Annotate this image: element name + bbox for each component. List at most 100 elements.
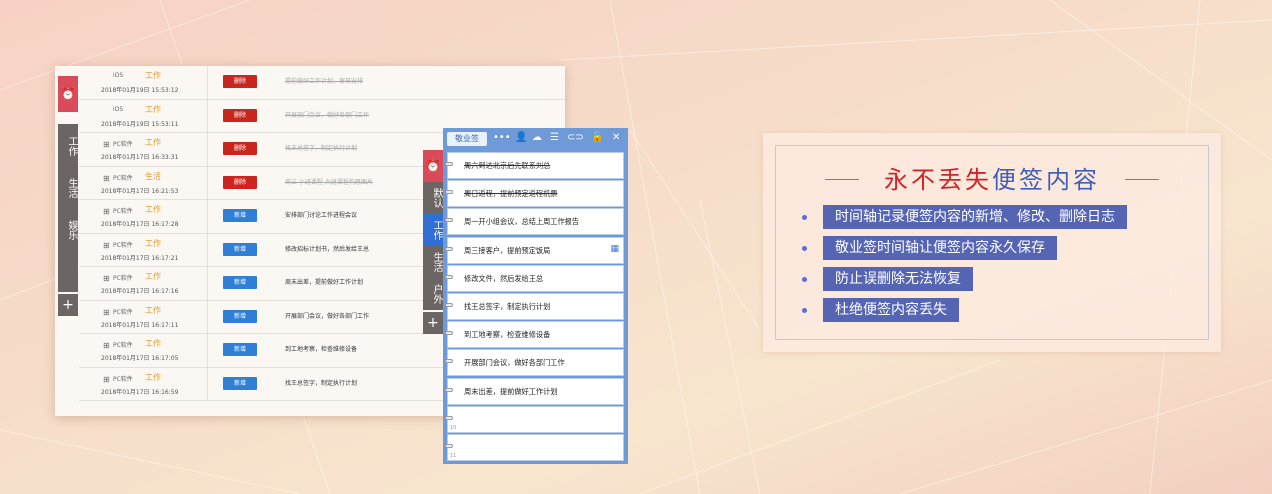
timestamp: 2018年01月17日 16:17:28 xyxy=(101,221,179,228)
alarm-clock-icon[interactable]: ⏰ xyxy=(58,76,78,112)
sticky-note-item[interactable]: 找王总签字，制定执行计划 xyxy=(445,292,624,320)
more-icon[interactable]: ••• xyxy=(493,131,511,145)
toggle-icon[interactable]: ⊂⊃ xyxy=(567,131,584,145)
sticky-note-text: 周末出差，提前做好工作计划 xyxy=(464,386,558,396)
sticky-note-item[interactable]: 周末出差，提前做好工作计划 xyxy=(445,377,624,405)
user-icon[interactable]: 👤 xyxy=(515,131,527,145)
sticky-note-item[interactable]: 11 xyxy=(445,433,624,461)
sticky-category-life[interactable]: 生活 xyxy=(423,246,443,278)
column-divider xyxy=(207,166,208,199)
sticky-note-item[interactable]: 到工地考察，检查维修设备 xyxy=(445,321,624,349)
feature-title-blue: 便签内容 xyxy=(992,166,1100,194)
sticky-note-item[interactable]: 周一开小组会议，总结上周工作报告 xyxy=(445,208,624,236)
sticky-note-text: 开展部门会议，做好各部门工作 xyxy=(464,358,565,368)
column-divider xyxy=(207,66,208,99)
windows-icon: ⊞ xyxy=(103,274,110,283)
sticky-category-default[interactable]: 默认 xyxy=(423,182,443,214)
windows-icon: ⊞ xyxy=(103,307,110,317)
timeline-sidebar: ⏰ 工作 生活 娱乐 + xyxy=(58,76,78,416)
sticky-sidebar: ⏰ 默认 工作 生活 户外 + xyxy=(423,150,443,334)
sticky-note-item[interactable]: 周六到达北京后先联系刘总 xyxy=(445,152,624,179)
add-category-button[interactable]: + xyxy=(58,294,78,316)
timestamp: 2018年01月17日 16:21:53 xyxy=(101,187,179,195)
action-badge: 新增 xyxy=(223,343,257,356)
note-text: 修改招标计划书，然后发给王总 xyxy=(285,245,370,253)
sticky-note-text: 修改文件，然后发给王总 xyxy=(464,273,544,283)
feature-title-red: 永不丢失 xyxy=(884,166,992,194)
feature-item-label: 杜绝便签内容丢失 xyxy=(823,298,959,322)
category-label: 工作 xyxy=(145,205,161,214)
column-divider xyxy=(207,334,208,367)
item-number: 11 xyxy=(450,452,457,459)
item-number: 10 xyxy=(450,424,457,431)
sticky-tab[interactable]: 敬业签 xyxy=(447,132,487,146)
binder-ring xyxy=(445,218,453,223)
sticky-note-item[interactable]: 开展部门会议，做好各部门工作 xyxy=(445,349,624,377)
note-text: 开展部门会议，做好各部门工作 xyxy=(285,312,370,320)
sticky-note-text: 周一开小组会议，总结上周工作报告 xyxy=(464,217,580,227)
category-label: 工作 xyxy=(145,372,161,382)
sticky-note-list: 周六到达北京后先联系刘总周日返程，提前预定返程机票周一开小组会议，总结上周工作报… xyxy=(445,152,624,462)
alarm-clock-icon[interactable]: ⏰ xyxy=(423,150,443,182)
sticky-note-text: 到工地考察，检查维修设备 xyxy=(464,330,551,340)
sticky-note-item[interactable]: 10 xyxy=(445,405,624,433)
source-label: iOS xyxy=(113,105,124,113)
feature-item-label: 敬业签时间轴让便签内容永久保存 xyxy=(823,236,1057,260)
timestamp: 2018年01月19日 15:53:11 xyxy=(101,120,179,128)
bullet-dot xyxy=(802,277,807,282)
close-icon[interactable]: ✕ xyxy=(612,131,620,145)
feature-item-label: 防止误删除无法恢复 xyxy=(823,267,973,291)
bullet-dot xyxy=(802,215,807,220)
sticky-toolbar: 敬业签 ••• 👤 ☁ ☰ ⊂⊃ 🔓 ✕ xyxy=(443,128,628,150)
column-divider xyxy=(207,367,208,400)
sticky-note-item[interactable]: 周三接客户，提前预定饭局 ▦ xyxy=(445,236,624,264)
timestamp: 2018年01月17日 16:17:21 xyxy=(101,254,179,262)
category-label: 工作 xyxy=(145,238,161,248)
sticky-category-work[interactable]: 工作 xyxy=(423,214,443,246)
timestamp: 2018年01月17日 16:17:16 xyxy=(101,288,179,295)
lock-icon[interactable]: 🔓 xyxy=(591,131,603,145)
feature-item-label: 时间轴记录便签内容的新增、修改、删除日志 xyxy=(823,205,1127,229)
timeline-category-list: 工作 生活 娱乐 xyxy=(58,124,78,292)
add-category-button[interactable]: + xyxy=(423,312,443,334)
action-badge: 新增 xyxy=(223,242,257,256)
cloud-icon[interactable]: ☁ xyxy=(532,131,542,145)
sticky-note-text: 找王总签字，制定执行计划 xyxy=(464,301,551,311)
action-badge: 新增 xyxy=(223,309,257,323)
timeline-category-life[interactable]: 生活 xyxy=(58,166,78,208)
source-label: iOS xyxy=(113,72,124,79)
timeline-category-work[interactable]: 工作 xyxy=(58,124,78,166)
category-label: 工作 xyxy=(145,305,161,315)
sticky-panel: 敬业签 ••• 👤 ☁ ☰ ⊂⊃ 🔓 ✕ 周六到达北京后先联系刘总周日返程，提前… xyxy=(443,128,628,464)
windows-icon: ⊞ xyxy=(103,207,110,216)
calendar-icon[interactable]: ▦ xyxy=(610,244,619,254)
action-badge: 删除 xyxy=(223,175,257,189)
source-label: PC软件 xyxy=(113,241,133,249)
list-icon[interactable]: ☰ xyxy=(550,131,559,145)
note-text: 开展部门会议，做好各部门工作 xyxy=(285,111,370,119)
category-label: 工作 xyxy=(145,138,161,147)
timeline-row: iOS 2018年01月19日 15:53:12 工作 删除 提前做好工作计划，审核安排 xyxy=(79,66,565,100)
feature-panel: 永不丢失便签内容 时间轴记录便签内容的新增、修改、删除日志 敬业签时间轴让便签内… xyxy=(763,133,1221,352)
binder-ring xyxy=(445,443,453,448)
column-divider xyxy=(207,200,208,233)
source-label: PC软件 xyxy=(113,208,133,215)
binder-ring xyxy=(445,246,453,251)
action-badge: 新增 xyxy=(223,209,257,222)
timestamp: 2018年01月17日 16:17:05 xyxy=(101,355,179,362)
action-badge: 删除 xyxy=(223,142,257,155)
sticky-category-outdoor[interactable]: 户外 xyxy=(423,278,443,310)
sticky-note-item[interactable]: 修改文件，然后发给王总 xyxy=(445,264,624,292)
sticky-note-window: ⏰ 默认 工作 生活 户外 + 敬业签 ••• 👤 ☁ ☰ ⊂⊃ 🔓 ✕ 周六到… xyxy=(423,128,628,464)
note-text: 周末出差，提前做好工作计划 xyxy=(285,279,364,286)
source-label: PC软件 xyxy=(113,141,133,148)
sticky-note-text: 周六到达北京后先联系刘总 xyxy=(464,161,551,170)
bullet-dot xyxy=(802,308,807,313)
action-badge: 删除 xyxy=(223,75,257,88)
binder-ring xyxy=(445,190,453,195)
binder-ring xyxy=(445,162,453,166)
timeline-category-fun[interactable]: 娱乐 xyxy=(58,208,78,250)
bullet-dot xyxy=(802,246,807,251)
category-label: 工作 xyxy=(145,104,161,114)
sticky-note-item[interactable]: 周日返程，提前预定返程机票 xyxy=(445,180,624,208)
